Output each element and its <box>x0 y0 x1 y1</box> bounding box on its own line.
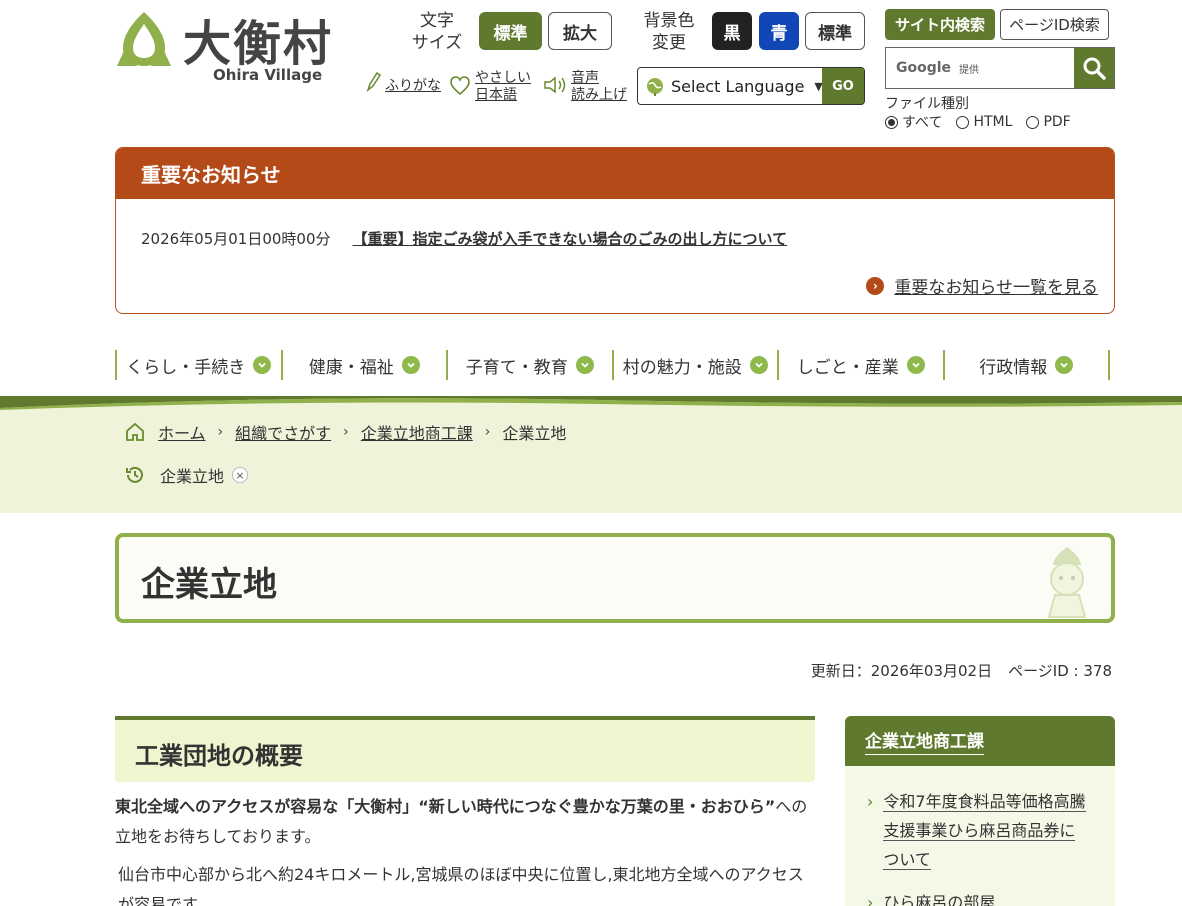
notice-link[interactable]: 【重要】指定ごみ袋が入手できない場合のごみの出し方について <box>353 228 788 249</box>
global-nav: くらし・手続き 健康・福祉 子育て・教育 村の魅力・施設 しごと・産業 行政情報 <box>115 350 1110 380</box>
search-input[interactable]: Google 提供 <box>886 48 1074 88</box>
notice-more-link[interactable]: › 重要なお知らせ一覧を見る <box>866 273 1098 298</box>
updated-date: 更新日：2026年03月02日 <box>810 662 993 680</box>
chevron-down-icon <box>575 356 594 374</box>
search-provided: 提供 <box>959 64 980 76</box>
history-item[interactable]: 企業立地 <box>160 463 224 487</box>
breadcrumb-separator-icon: › <box>484 424 491 440</box>
font-standard-button[interactable]: 標準 <box>479 12 542 50</box>
breadcrumb-separator-icon: › <box>217 424 224 440</box>
chevron-right-icon: › <box>867 792 874 811</box>
filetype-label: ファイル種別 <box>885 96 969 112</box>
arrow-right-icon: › <box>866 276 885 295</box>
nav-item-administration[interactable]: 行政情報 <box>942 350 1110 380</box>
filetype-radio-all[interactable]: すべて <box>885 112 942 132</box>
close-icon[interactable]: × <box>232 467 249 483</box>
section-heading-text: 工業団地の概要 <box>135 742 303 770</box>
page-title-box: 企業立地 <box>115 533 1115 623</box>
nav-item-living[interactable]: くらし・手続き <box>115 350 281 380</box>
site-search-box: Google 提供 <box>885 47 1115 89</box>
breadcrumb-dept[interactable]: 企業立地商工課 <box>361 420 473 444</box>
breadcrumb-home[interactable]: ホーム <box>158 420 206 444</box>
logo-title: 大衡村 <box>183 16 334 72</box>
tab-site-search[interactable]: サイト内検索 <box>885 9 995 40</box>
notice-more-label: 重要なお知らせ一覧を見る <box>894 278 1098 298</box>
history-icon <box>126 466 143 483</box>
location-paragraph: 仙台市中心部から北へ約24キロメートル,宮城県のほぼ中央に位置し,東北地方全域へ… <box>118 865 804 906</box>
hill-decoration <box>0 396 1182 410</box>
sidebar-item[interactable]: › 令和7年度食料品等価格高騰支援事業ひら麻呂商品券について <box>867 787 1088 874</box>
breadcrumb-org[interactable]: 組織でさがす <box>235 420 331 444</box>
language-selector[interactable]: Select Language ▼ GO <box>637 67 865 105</box>
village-emblem-icon <box>117 12 171 66</box>
font-large-button[interactable]: 拡大 <box>548 12 612 50</box>
font-size-label: 文字 サイズ <box>411 11 463 53</box>
bg-blue-button[interactable]: 青 <box>759 12 799 50</box>
heart-icon <box>450 76 470 96</box>
easy-japanese-link[interactable]: やさしい 日本語 <box>449 70 531 104</box>
search-button[interactable] <box>1074 48 1114 88</box>
filetype-radio-group: すべて HTML PDF <box>885 112 1071 132</box>
notice-title: 重要なお知らせ <box>116 148 1114 199</box>
chevron-down-icon <box>749 356 768 374</box>
sidebar-item[interactable]: › ひら麻呂の部屋 <box>867 888 1088 906</box>
breadcrumb: ホーム › 組織でさがす › 企業立地商工課 › 企業立地 <box>124 420 566 444</box>
globe-icon <box>647 78 663 96</box>
sidebar-title: 企業立地商工課 <box>845 716 1115 766</box>
mascot-icon <box>1047 547 1087 618</box>
tab-pageid-search[interactable]: ページID検索 <box>1000 9 1109 40</box>
filetype-radio-pdf[interactable]: PDF <box>1026 112 1071 132</box>
chevron-down-icon <box>1055 356 1074 374</box>
section-heading: 工業団地の概要 <box>115 716 815 782</box>
chevron-right-icon: › <box>867 893 874 906</box>
bg-black-button[interactable]: 黒 <box>712 12 752 50</box>
breadcrumb-separator-icon: › <box>343 424 349 440</box>
chevron-down-icon <box>253 356 272 374</box>
page-meta: 更新日：2026年03月02日 ページID : 378 <box>811 660 1112 681</box>
important-notice-box: 重要なお知らせ 2026年05月01日00時00分 【重要】指定ごみ袋が入手でき… <box>115 147 1115 314</box>
nav-item-childcare[interactable]: 子育て・教育 <box>446 350 612 380</box>
nav-item-health[interactable]: 健康・福祉 <box>280 350 447 380</box>
home-icon <box>126 422 144 441</box>
breadcrumb-band <box>0 396 1182 513</box>
breadcrumb-current: 企業立地 <box>502 424 567 443</box>
language-label: Select Language <box>671 76 805 96</box>
filetype-radio-html[interactable]: HTML <box>956 112 1012 132</box>
browse-history: 企業立地 × <box>124 463 249 487</box>
chevron-down-icon <box>401 356 420 374</box>
bg-standard-button[interactable]: 標準 <box>805 12 865 50</box>
nav-item-attractions[interactable]: 村の魅力・施設 <box>611 350 778 380</box>
site-logo[interactable]: 大衡村 Ohira Village <box>115 8 345 88</box>
chevron-down-icon <box>906 356 925 374</box>
search-icon <box>1083 57 1106 80</box>
intro-bold-text: 東北全域へのアクセスが容易な「大衡村」“新しい時代につなぐ豊かな万葉の里・おおひ… <box>115 797 776 816</box>
logo-subtitle: Ohira Village <box>213 66 323 84</box>
nav-item-industry[interactable]: しごと・産業 <box>777 350 943 380</box>
bg-color-label: 背景色 変更 <box>643 11 695 53</box>
page-title: 企業立地 <box>141 565 277 605</box>
furigana-link[interactable]: ふりがな <box>365 70 441 95</box>
language-go-button[interactable]: GO <box>822 68 864 104</box>
page-id: ページID : 378 <box>1008 662 1112 680</box>
furigana-label: ふりがな <box>385 78 441 94</box>
voice-reader-link[interactable]: 音声 読み上げ <box>543 70 627 104</box>
sidebar: 企業立地商工課 › 令和7年度食料品等価格高騰支援事業ひら麻呂商品券について ›… <box>845 716 1115 906</box>
search-brand: Google <box>896 60 952 76</box>
pencil-icon <box>366 71 381 92</box>
intro-paragraph: 東北全域へのアクセスが容易な「大衡村」“新しい時代につなぐ豊かな万葉の里・おおひ… <box>115 792 815 852</box>
notice-date: 2026年05月01日00時00分 <box>141 230 331 248</box>
speaker-icon <box>544 76 566 94</box>
